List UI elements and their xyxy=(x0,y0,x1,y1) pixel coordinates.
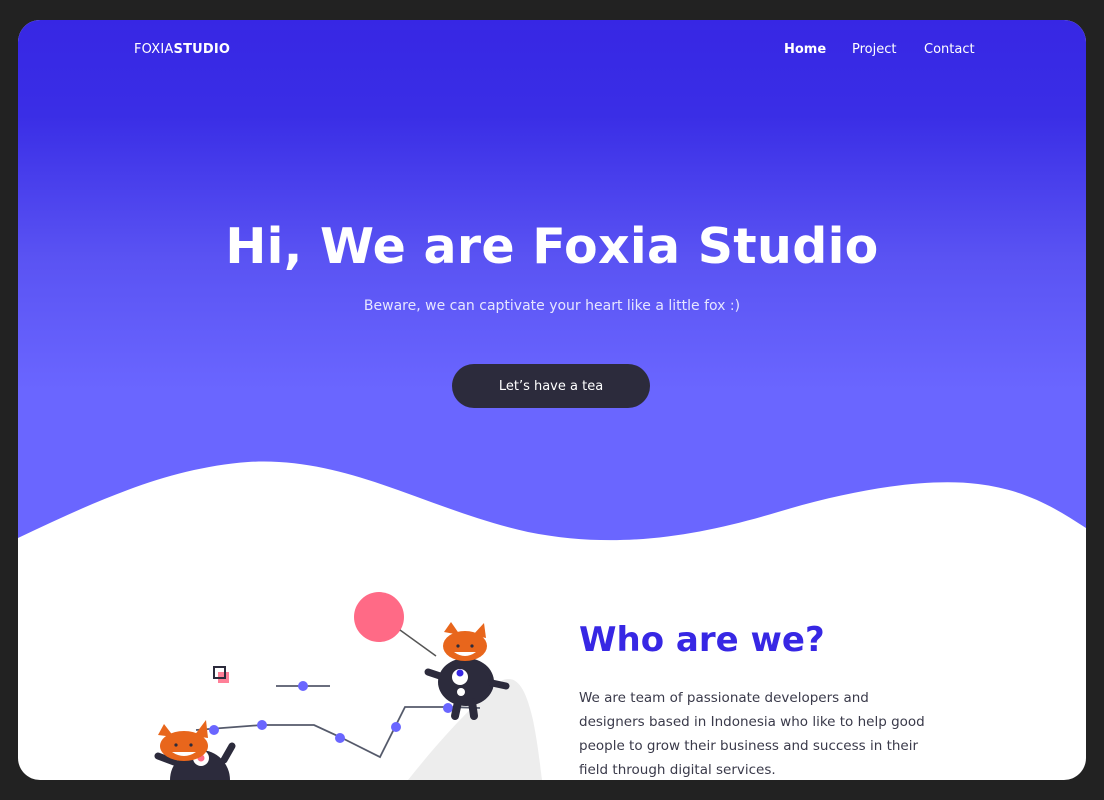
logo-bold: STUDIO xyxy=(173,42,231,57)
dot xyxy=(209,725,219,735)
dot xyxy=(298,681,308,691)
dot xyxy=(257,720,267,730)
browser-frame: FOXIASTUDIO Home Project Contact Hi, We … xyxy=(18,20,1086,780)
hero-subtitle: Beware, we can captivate your heart like… xyxy=(363,298,741,314)
hero-title: Hi, We are Foxia Studio xyxy=(225,218,879,275)
nav-project[interactable]: Project xyxy=(852,42,896,57)
illustration xyxy=(154,592,542,780)
about-title: Who are we? xyxy=(579,620,825,660)
about-text: We are team of passionate developers and… xyxy=(579,690,925,778)
logo-light: FOXIA xyxy=(134,42,174,57)
logo[interactable]: FOXIASTUDIO xyxy=(134,42,230,57)
dot xyxy=(335,733,345,743)
hero-wave xyxy=(18,461,1086,580)
nav-home[interactable]: Home xyxy=(784,42,826,57)
cta-button[interactable]: Let’s have a tea xyxy=(452,364,650,408)
balloon-string xyxy=(399,629,437,657)
balloon xyxy=(354,592,404,642)
dot xyxy=(443,703,453,713)
dot xyxy=(391,722,401,732)
nav-contact[interactable]: Contact xyxy=(924,42,975,57)
